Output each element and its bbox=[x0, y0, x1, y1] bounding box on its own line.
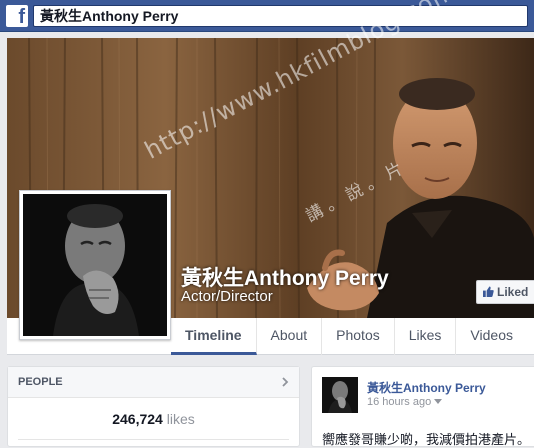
post-timestamp[interactable]: 16 hours ago bbox=[367, 396, 443, 408]
search-input[interactable] bbox=[33, 5, 528, 27]
chevron-right-icon[interactable] bbox=[280, 377, 290, 387]
facebook-logo-icon[interactable]: f bbox=[6, 5, 28, 27]
thumbs-up-icon bbox=[483, 286, 494, 297]
tab-videos[interactable]: Videos bbox=[456, 318, 527, 355]
audience-caret-icon bbox=[434, 399, 443, 404]
likes-count: 246,724 bbox=[112, 411, 163, 427]
tab-likes[interactable]: Likes bbox=[395, 318, 457, 355]
tab-photos[interactable]: Photos bbox=[322, 318, 395, 355]
post-author[interactable]: 黃秋生Anthony Perry bbox=[367, 379, 486, 396]
liked-label: Liked bbox=[497, 285, 529, 299]
post-card: 黃秋生Anthony Perry 16 hours ago 嚮應發哥賺少啲，我減… bbox=[311, 366, 534, 448]
page-category: Actor/Director bbox=[181, 288, 273, 305]
post-time-text: 16 hours ago bbox=[367, 396, 432, 408]
likes-word: likes bbox=[166, 411, 195, 427]
people-heading: PEOPLE bbox=[18, 376, 63, 388]
liked-button[interactable]: Liked bbox=[476, 280, 534, 304]
tab-timeline[interactable]: Timeline bbox=[171, 318, 257, 355]
profile-picture[interactable] bbox=[19, 190, 171, 340]
avatar-image bbox=[322, 377, 358, 413]
tab-about[interactable]: About bbox=[257, 318, 323, 355]
people-header[interactable]: PEOPLE bbox=[8, 367, 299, 398]
profile-image bbox=[23, 194, 167, 336]
post-text: 嚮應發哥賺少啲，我減價拍港產片。 bbox=[322, 433, 531, 448]
people-card: PEOPLE 246,724 likes bbox=[7, 366, 300, 447]
post-avatar[interactable] bbox=[322, 377, 358, 413]
likes-summary[interactable]: 246,724 likes bbox=[8, 398, 299, 427]
page-tabs: Timeline About Photos Likes Videos bbox=[171, 318, 527, 355]
divider bbox=[18, 439, 289, 440]
